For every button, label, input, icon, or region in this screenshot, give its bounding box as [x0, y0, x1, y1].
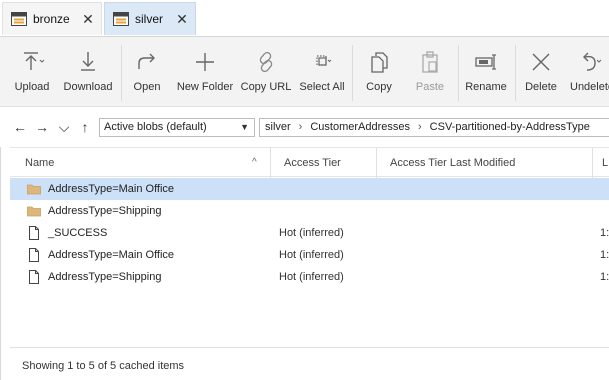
chevron-down-icon[interactable]: ⌵: [56, 119, 72, 135]
row-last-modified: 1:: [600, 271, 609, 283]
forward-arrow-icon[interactable]: →: [34, 119, 50, 135]
row-last-modified: 1:: [600, 227, 609, 239]
status-bar: Showing 1 to 5 of 5 cached items: [10, 347, 609, 380]
address-bar: ← → ⌵ ↑ Active blobs (default) ▼ silver ›…: [0, 107, 609, 147]
select-all-icon: [316, 55, 332, 66]
tab-bronze[interactable]: bronze ✕: [2, 2, 102, 35]
folder-icon: [27, 182, 41, 196]
undo-icon: [583, 52, 602, 71]
download-button[interactable]: Download: [62, 43, 114, 103]
copy-icon: [371, 52, 388, 73]
tab-bar: bronze ✕ silver ✕: [0, 0, 609, 37]
tab-label: bronze: [33, 12, 70, 26]
folder-icon: [27, 204, 41, 218]
select-all-button[interactable]: Select All: [298, 43, 346, 103]
column-header-access-tier[interactable]: Access Tier: [270, 148, 376, 178]
row-name: AddressType=Shipping: [48, 271, 162, 283]
file-icon: [27, 248, 41, 262]
table-row[interactable]: AddressType=Shipping Hot (inferred) 1:: [10, 266, 609, 288]
blob-filter-value: Active blobs (default): [104, 121, 207, 133]
row-name: AddressType=Shipping: [48, 205, 162, 217]
new-folder-button[interactable]: New Folder: [176, 43, 234, 103]
open-button[interactable]: Open: [129, 43, 165, 103]
toolbar-divider: [458, 45, 459, 101]
upload-icon: [24, 52, 45, 70]
row-access-tier: Hot (inferred): [279, 249, 344, 261]
rename-button[interactable]: Rename: [464, 43, 508, 103]
toolbar-divider: [515, 45, 516, 101]
column-header-next[interactable]: L: [592, 148, 608, 178]
dropdown-caret-icon: ▼: [240, 122, 249, 132]
tab-label: silver: [135, 12, 164, 26]
row-last-modified: 1:: [600, 249, 609, 261]
row-access-tier: Hot (inferred): [279, 227, 344, 239]
breadcrumb-item[interactable]: silver: [265, 121, 291, 133]
storage-container-icon: [11, 12, 27, 26]
column-header-name[interactable]: Name: [10, 148, 270, 178]
storage-container-icon: [113, 12, 129, 26]
toolbar-divider: [121, 45, 122, 101]
breadcrumb-item[interactable]: CustomerAddresses: [310, 121, 410, 133]
breadcrumb-item[interactable]: CSV-partitioned-by-AddressType: [430, 121, 590, 133]
table-header: Name ^ Access Tier Access Tier Last Modi…: [10, 147, 609, 178]
link-icon: [259, 51, 273, 73]
up-arrow-icon[interactable]: ↑: [77, 119, 93, 135]
file-icon: [27, 226, 41, 240]
table-row[interactable]: AddressType=Shipping: [10, 200, 609, 222]
table-row[interactable]: _SUCCESS Hot (inferred) 1:: [10, 222, 609, 244]
paste-button[interactable]: Paste: [412, 43, 448, 103]
toolbar-divider: [352, 45, 353, 101]
row-name: AddressType=Main Office: [48, 183, 175, 195]
copy-button[interactable]: Copy: [361, 43, 397, 103]
file-list: Name ^ Access Tier Access Tier Last Modi…: [10, 147, 609, 347]
table-row[interactable]: AddressType=Main Office: [10, 178, 609, 200]
status-text: Showing 1 to 5 of 5 cached items: [22, 360, 185, 372]
sort-ascending-icon[interactable]: ^: [252, 148, 257, 178]
column-header-last-modified[interactable]: Access Tier Last Modified: [376, 148, 596, 178]
delete-button[interactable]: Delete: [522, 43, 560, 103]
tab-silver[interactable]: silver ✕: [104, 2, 196, 35]
back-arrow-icon[interactable]: ←: [12, 119, 28, 135]
row-name: _SUCCESS: [48, 227, 108, 239]
delete-x-icon: [532, 53, 550, 71]
row-access-tier: Hot (inferred): [279, 271, 344, 283]
plus-icon: [196, 53, 214, 71]
open-arrow-icon: [138, 53, 155, 69]
breadcrumb-separator: ›: [418, 121, 422, 133]
undelete-button[interactable]: Undelete: [570, 43, 609, 103]
breadcrumb[interactable]: silver › CustomerAddresses › CSV-partitioned…: [259, 118, 609, 137]
file-icon: [27, 270, 41, 284]
upload-button[interactable]: Upload: [10, 43, 54, 103]
table-row[interactable]: AddressType=Main Office Hot (inferred) 1:: [10, 244, 609, 266]
breadcrumb-separator: ›: [298, 121, 303, 133]
copy-url-button[interactable]: Copy URL: [241, 43, 291, 103]
close-icon[interactable]: ✕: [173, 11, 191, 28]
paste-icon: [422, 51, 438, 73]
blob-filter-select[interactable]: Active blobs (default) ▼: [99, 118, 255, 137]
download-icon: [81, 52, 95, 71]
toolbar: Upload Download Open New Folder Copy URL…: [0, 37, 609, 107]
row-name: AddressType=Main Office: [48, 249, 175, 261]
panel-border: [0, 147, 1, 380]
rename-icon: [475, 54, 496, 70]
close-icon[interactable]: ✕: [79, 11, 97, 28]
